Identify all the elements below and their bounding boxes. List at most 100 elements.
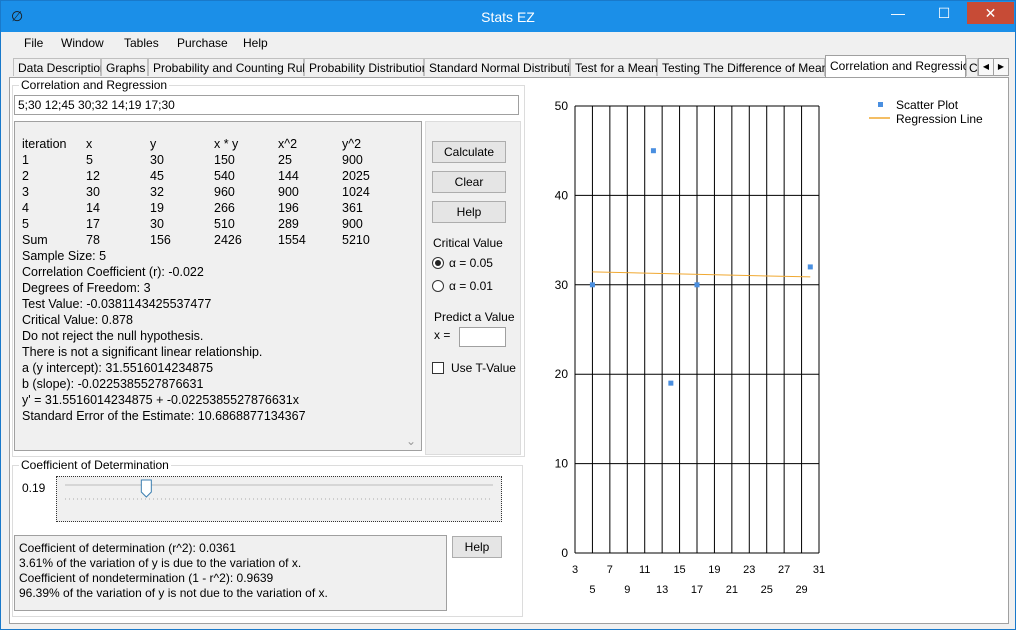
alpha-001-label[interactable]: α = 0.01 bbox=[449, 279, 493, 293]
y-tick-label: 50 bbox=[555, 99, 569, 113]
slider-thumb[interactable] bbox=[140, 479, 152, 498]
menu-bar: File Window Tables Purchase Help bbox=[2, 32, 1015, 54]
table-cell: 1554 bbox=[278, 233, 306, 247]
table-cell: 12 bbox=[86, 169, 100, 183]
window-title: Stats EZ bbox=[481, 9, 535, 25]
predict-label: Predict a Value bbox=[434, 310, 515, 324]
tab-test-mean[interactable]: Test for a Mean bbox=[570, 58, 658, 76]
table-cell: 78 bbox=[86, 233, 100, 247]
chart-area: 0 10 20 30 40 50 3 7 11 15 19 23 27 31 5 9 13 17 21 25 29 Sca… bbox=[529, 89, 1001, 609]
x-tick-label: 15 bbox=[673, 564, 685, 576]
critical-value-label: Critical Value bbox=[433, 236, 503, 250]
header-x: x bbox=[86, 137, 93, 151]
tab-graphs[interactable]: Graphs bbox=[101, 58, 148, 76]
tab-difference-means[interactable]: Testing The Difference of Means bbox=[657, 58, 834, 76]
tab-correlation-regression[interactable]: Correlation and Regression bbox=[825, 55, 976, 77]
header-x2: x^2 bbox=[278, 137, 298, 151]
alpha-005-label[interactable]: α = 0.05 bbox=[449, 256, 493, 270]
data-input[interactable]: 5;30 12;45 30;32 14;19 17;30 bbox=[14, 95, 519, 115]
result-line: a (y intercept): 31.5516014234875 bbox=[22, 361, 214, 375]
result-line: y' = 31.5516014234875 + -0.0225385527876… bbox=[22, 393, 299, 407]
result-line: Do not reject the null hypothesis. bbox=[22, 329, 204, 343]
x-tick-label: 5 bbox=[589, 584, 595, 596]
tab-data-description[interactable]: Data Description bbox=[13, 58, 107, 76]
scatter-chart: 0 10 20 30 40 50 3 7 11 15 19 23 27 31 5 9 13 17 21 25 29 Sca… bbox=[555, 98, 983, 596]
x-tick-label: 29 bbox=[795, 584, 807, 596]
menu-help[interactable]: Help bbox=[243, 36, 268, 50]
scroll-down-icon[interactable]: ⌄ bbox=[406, 434, 416, 448]
x-tick-label: 31 bbox=[813, 564, 825, 576]
scatter-point bbox=[807, 264, 813, 270]
help-button[interactable]: Help bbox=[432, 201, 506, 223]
table-cell: 19 bbox=[150, 201, 164, 215]
cod-line: Coefficient of nondetermination (1 - r^2… bbox=[19, 571, 274, 585]
cod-results: Coefficient of determination (r^2): 0.03… bbox=[14, 535, 447, 611]
tab-scroll-right-icon[interactable]: ▶ bbox=[993, 58, 1009, 76]
cod-line: 96.39% of the variation of y is not due … bbox=[19, 586, 328, 600]
result-line: Standard Error of the Estimate: 10.68688… bbox=[22, 409, 306, 423]
result-line: Sample Size: 5 bbox=[22, 249, 107, 263]
result-line: Degrees of Freedom: 3 bbox=[22, 281, 151, 295]
header-y2: y^2 bbox=[342, 137, 362, 151]
x-tick-label: 9 bbox=[624, 584, 630, 596]
table-cell: 960 bbox=[214, 185, 235, 199]
scatter-point bbox=[589, 282, 595, 288]
y-tick-label: 40 bbox=[555, 188, 569, 202]
tab-scroll-left-icon[interactable]: ◀ bbox=[978, 58, 994, 76]
table-cell: 25 bbox=[278, 153, 292, 167]
table-cell: 900 bbox=[342, 153, 363, 167]
table-cell: 45 bbox=[150, 169, 164, 183]
regression-line bbox=[592, 271, 811, 278]
y-tick-label: 30 bbox=[555, 278, 569, 292]
table-cell: 289 bbox=[278, 217, 299, 231]
header-iteration: iteration bbox=[22, 137, 67, 151]
table-cell: 1 bbox=[22, 153, 29, 167]
scatter-point bbox=[694, 282, 700, 288]
r2-slider[interactable] bbox=[56, 476, 502, 522]
y-tick-label: 10 bbox=[555, 457, 569, 471]
table-cell: 1024 bbox=[342, 185, 370, 199]
table-cell: 156 bbox=[150, 233, 171, 247]
alpha-001-radio[interactable] bbox=[432, 280, 444, 292]
table-cell: 2025 bbox=[342, 169, 370, 183]
header-xy: x * y bbox=[214, 137, 239, 151]
table-cell: 30 bbox=[150, 217, 164, 231]
y-tick-label: 0 bbox=[561, 546, 568, 560]
alpha-005-radio[interactable] bbox=[432, 257, 444, 269]
menu-tables[interactable]: Tables bbox=[124, 36, 159, 50]
legend-scatter-label: Scatter Plot bbox=[896, 98, 959, 112]
table-cell: 5 bbox=[22, 217, 29, 231]
table-cell: Sum bbox=[22, 233, 48, 247]
use-t-value-checkbox[interactable] bbox=[432, 362, 444, 374]
x-tick-label: 21 bbox=[726, 584, 738, 596]
table-cell: 17 bbox=[86, 217, 100, 231]
app-window: ∅ Stats EZ — ☐ ✕ File Window Tables Purc… bbox=[0, 0, 1016, 630]
maximize-button[interactable]: ☐ bbox=[921, 2, 967, 24]
tab-probability-distributions[interactable]: Probability Distributions bbox=[304, 58, 434, 76]
table-cell: 3 bbox=[22, 185, 29, 199]
tab-overflow[interactable]: C bbox=[966, 58, 978, 76]
minimize-button[interactable]: — bbox=[875, 2, 921, 24]
clear-button[interactable]: Clear bbox=[432, 171, 506, 193]
close-button[interactable]: ✕ bbox=[967, 2, 1014, 24]
predict-x-input[interactable] bbox=[459, 327, 506, 347]
menu-purchase[interactable]: Purchase bbox=[177, 36, 228, 50]
cod-help-button[interactable]: Help bbox=[452, 536, 502, 558]
calculate-button[interactable]: Calculate bbox=[432, 141, 506, 163]
tab-standard-normal[interactable]: Standard Normal Distribution bbox=[424, 58, 583, 76]
title-bar[interactable]: ∅ Stats EZ — ☐ ✕ bbox=[1, 1, 1015, 32]
result-line: Critical Value: 0.878 bbox=[22, 313, 133, 327]
x-tick-label: 13 bbox=[656, 584, 668, 596]
tab-probability-counting[interactable]: Probability and Counting Rules bbox=[148, 58, 318, 76]
result-line: b (slope): -0.0225385527876631 bbox=[22, 377, 204, 391]
cod-line: 3.61% of the variation of y is due to th… bbox=[19, 556, 302, 570]
results-box[interactable]: iteration x y x * y x^2 y^2 1 5 30 150 25 900… bbox=[14, 121, 422, 451]
menu-file[interactable]: File bbox=[24, 36, 43, 50]
y-tick-label: 20 bbox=[555, 367, 569, 381]
x-tick-label: 23 bbox=[743, 564, 755, 576]
use-t-value-label[interactable]: Use T-Value bbox=[451, 361, 516, 375]
scatter-point bbox=[650, 148, 656, 154]
table-cell: 144 bbox=[278, 169, 299, 183]
menu-window[interactable]: Window bbox=[61, 36, 104, 50]
slider-value-label: 0.19 bbox=[22, 481, 46, 495]
